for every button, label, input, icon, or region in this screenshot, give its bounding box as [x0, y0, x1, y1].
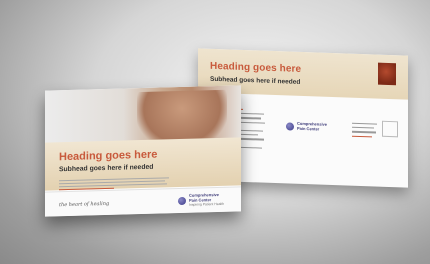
scene: Heading goes here Subhead goes here if n…: [0, 0, 430, 264]
front-logo-sub: Inspiring Patient Health: [189, 201, 225, 207]
back-address-block: [352, 120, 380, 141]
front-postcard: Heading goes here Subhead goes here if n…: [45, 85, 241, 217]
front-tagline: the heart of healing: [59, 200, 110, 209]
stamp-box: [382, 120, 398, 138]
back-logo: Comprehensive Pain Center: [286, 121, 331, 132]
logo-mark-icon: [178, 196, 186, 205]
back-logo-name: Comprehensive Pain Center: [297, 120, 328, 132]
logo-mark-icon: [286, 121, 294, 131]
front-footer: the heart of healing Comprehensive Pain …: [45, 186, 241, 217]
front-heading: Heading goes here: [59, 148, 158, 164]
front-logo: Comprehensive Pain Center Inspiring Pati…: [178, 192, 227, 207]
back-photo-thumb: [378, 62, 396, 86]
